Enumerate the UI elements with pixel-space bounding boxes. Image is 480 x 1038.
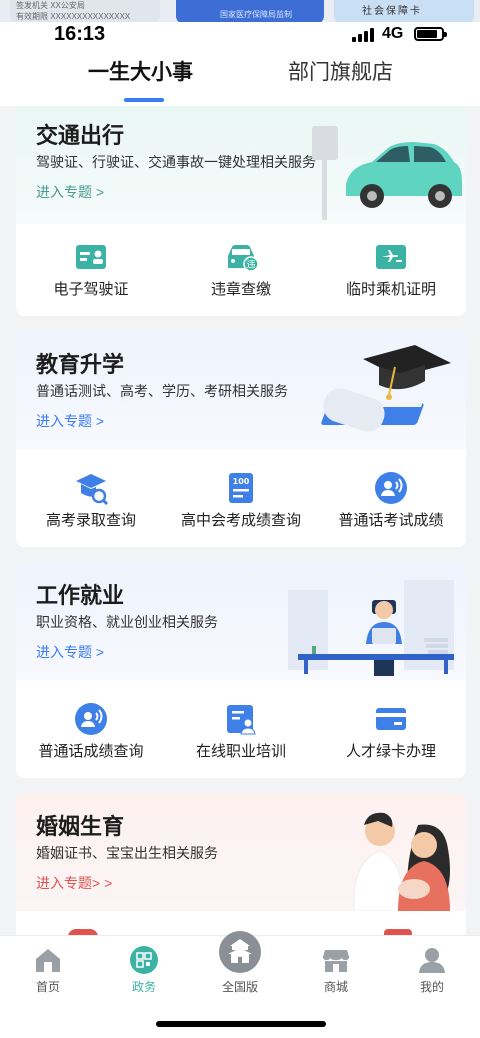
office-worker-illustration: [288, 580, 454, 676]
nav-label: 首页: [35, 980, 60, 994]
section-subtitle: 婚姻证书、宝宝出生相关服务: [36, 845, 218, 861]
service-electronic-license[interactable]: 电子驾驶证: [16, 218, 166, 316]
service-label: 人才绿卡办理: [345, 743, 436, 760]
home-icon: [36, 949, 60, 972]
section-employment: 工作就业 职业资格、就业创业相关服务 进入专题 > 普通话成绩查询 在线职业培训…: [16, 562, 466, 778]
graduation-cap-illustration: [321, 345, 451, 432]
score-100-icon: 100: [229, 473, 253, 503]
section-subtitle: 职业资格、就业创业相关服务: [36, 614, 218, 630]
nav-government-affairs[interactable]: 政务: [96, 936, 192, 1006]
traffic-services: 电子驾驶证 违 违章查缴 临时乘机证明: [16, 218, 466, 316]
section-title: 工作就业: [36, 583, 125, 608]
enter-topic-link[interactable]: 进入专题 >: [36, 411, 104, 431]
section-title: 教育升学: [36, 352, 125, 377]
service-label: 电子驾驶证: [53, 281, 129, 298]
marriage-banner: 婚姻生育 婚姻证书、宝宝出生相关服务 进入专题> >: [16, 793, 466, 911]
section-title: 交通出行: [36, 123, 125, 148]
education-banner: 教育升学 普通话测试、高考、学历、考研相关服务 进入专题 >: [16, 331, 466, 449]
card-carousel-peek[interactable]: 签发机关 XX公安局 有效期限 XXXXXXXXXXXXXXX 国家医疗保障局监…: [0, 0, 480, 22]
service-mandarin-score-query[interactable]: 普通话成绩查询: [16, 680, 166, 778]
status-time: 16:13: [54, 23, 106, 45]
section-title: 婚姻生育: [36, 814, 125, 839]
family-illustration: [353, 812, 450, 911]
speech-icon: [375, 472, 407, 504]
nav-national-edition[interactable]: 全国版: [192, 931, 288, 1006]
service-label: 高中会考成绩查询: [180, 512, 301, 529]
graduation-search-icon: [76, 474, 108, 505]
profile-icon: [419, 948, 445, 973]
service-label: 高考录取查询: [45, 512, 136, 529]
social-security-card-peek[interactable]: 社会保障卡: [334, 0, 474, 22]
section-education: 教育升学 普通话测试、高考、学历、考研相关服务 进入专题 > 高考录取查询 10…: [16, 331, 466, 547]
network-type: 4G: [382, 25, 404, 42]
training-icon: [227, 705, 256, 735]
top-tabs: 一生大小事 部门旗舰店: [0, 46, 480, 106]
service-violation-payment[interactable]: 违 违章查缴: [166, 218, 316, 316]
service-talent-green-card[interactable]: 人才绿卡办理: [316, 680, 466, 778]
car-violation-icon: 违: [228, 245, 258, 272]
nav-label: 商城: [323, 980, 348, 994]
id-card-peek[interactable]: 签发机关 XX公安局 有效期限 XXXXXXXXXXXXXXX: [10, 0, 160, 22]
employment-banner: 工作就业 职业资格、就业创业相关服务 进入专题 >: [16, 562, 466, 680]
home-indicator[interactable]: [156, 1021, 326, 1027]
nav-profile[interactable]: 我的: [384, 936, 480, 1006]
service-mandarin-exam-score[interactable]: 普通话考试成绩: [316, 449, 466, 547]
speech-icon: [75, 703, 107, 735]
enter-topic-link[interactable]: 进入专题 >: [36, 182, 104, 202]
medical-card-text: 国家医疗保障局监制: [220, 10, 292, 19]
license-card-icon: [76, 245, 106, 269]
government-icon: [130, 946, 158, 974]
id-card-issuer: 签发机关 XX公安局: [16, 1, 85, 10]
id-card-validity: 有效期限 XXXXXXXXXXXXXXX: [16, 12, 131, 21]
svg-text:违: 违: [246, 260, 255, 271]
service-label: 临时乘机证明: [345, 281, 436, 298]
service-label: 普通话考试成绩: [338, 512, 444, 529]
service-high-school-exam-score[interactable]: 100 高中会考成绩查询: [166, 449, 316, 547]
tab-indicator: [124, 98, 164, 102]
section-marriage: 婚姻生育 婚姻证书、宝宝出生相关服务 进入专题> >: [16, 793, 466, 943]
nav-label: 全国版: [221, 980, 258, 994]
mall-icon: [323, 950, 349, 972]
service-label: 普通话成绩查询: [38, 743, 144, 760]
status-bar: 16:13 4G: [0, 22, 480, 46]
svg-text:100: 100: [233, 477, 250, 486]
nav-label: 我的: [419, 980, 444, 994]
medical-card-peek[interactable]: 国家医疗保障局监制: [176, 0, 324, 22]
nav-home[interactable]: 首页: [0, 936, 96, 1006]
car-illustration: [312, 126, 462, 220]
flight-certificate-icon: [376, 245, 406, 269]
employment-services: 普通话成绩查询 在线职业培训 人才绿卡办理: [16, 680, 466, 778]
tab-department-stores[interactable]: 部门旗舰店: [288, 56, 393, 86]
signal-icon: [352, 28, 374, 42]
enter-topic-link[interactable]: 进入专题 >: [36, 642, 104, 662]
tab-life-events[interactable]: 一生大小事: [88, 56, 193, 86]
service-online-vocational-training[interactable]: 在线职业培训: [166, 680, 316, 778]
enter-topic-link[interactable]: 进入专题> >: [36, 873, 112, 893]
social-card-text: 社会保障卡: [362, 6, 422, 17]
section-subtitle: 驾驶证、行驶证、交通事故一键处理相关服务: [36, 154, 316, 170]
traffic-banner: 交通出行 驾驶证、行驶证、交通事故一键处理相关服务 进入专题 >: [16, 106, 466, 224]
battery-icon: [414, 27, 447, 41]
section-traffic: 交通出行 驾驶证、行驶证、交通事故一键处理相关服务 进入专题 > 电子驾驶证 违…: [16, 106, 466, 316]
nav-mall[interactable]: 商城: [288, 936, 384, 1006]
service-label: 在线职业培训: [195, 743, 286, 760]
education-services: 高考录取查询 100 高中会考成绩查询 普通话考试成绩: [16, 449, 466, 547]
service-temporary-boarding-certificate[interactable]: 临时乘机证明: [316, 218, 466, 316]
nav-label: 政务: [131, 980, 156, 994]
service-label: 违章查缴: [210, 281, 271, 298]
section-subtitle: 普通话测试、高考、学历、考研相关服务: [36, 383, 288, 399]
service-college-admission-query[interactable]: 高考录取查询: [16, 449, 166, 547]
talent-card-icon: [376, 708, 406, 730]
national-icon: [219, 931, 261, 973]
